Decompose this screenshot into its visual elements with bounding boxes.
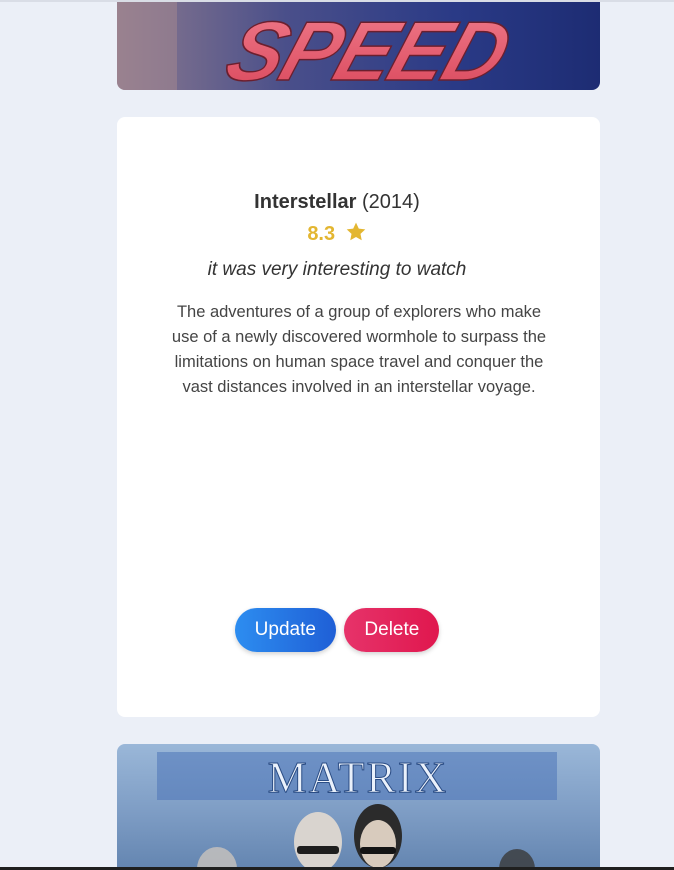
star-icon (346, 222, 365, 241)
movie-title: Interstellar (254, 191, 357, 213)
movie-list-page: SPEED Interstellar (2014) 8.3 it was ver… (0, 0, 674, 870)
speed-poster-title: SPEED (215, 5, 520, 90)
movie-year: (2014) (362, 191, 420, 213)
movie-description: The adventures of a group of explorers w… (171, 303, 547, 396)
speed-poster-image: SPEED (117, 2, 600, 90)
movie-heading: Interstellar (2014) (0, 191, 674, 214)
delete-button[interactable]: Delete (344, 608, 440, 652)
movie-review: it was very interesting to watch (207, 259, 467, 280)
movie-rating: 8.3 (0, 221, 674, 246)
rating-value: 8.3 (307, 223, 336, 245)
matrix-poster-image: MATRIX (117, 744, 600, 870)
movie-actions: Update Delete (0, 608, 674, 652)
update-button[interactable]: Update (234, 608, 336, 652)
poster-card-speed[interactable]: SPEED (117, 2, 600, 90)
poster-card-matrix[interactable]: MATRIX (117, 744, 600, 870)
matrix-poster-title: MATRIX (268, 753, 449, 802)
